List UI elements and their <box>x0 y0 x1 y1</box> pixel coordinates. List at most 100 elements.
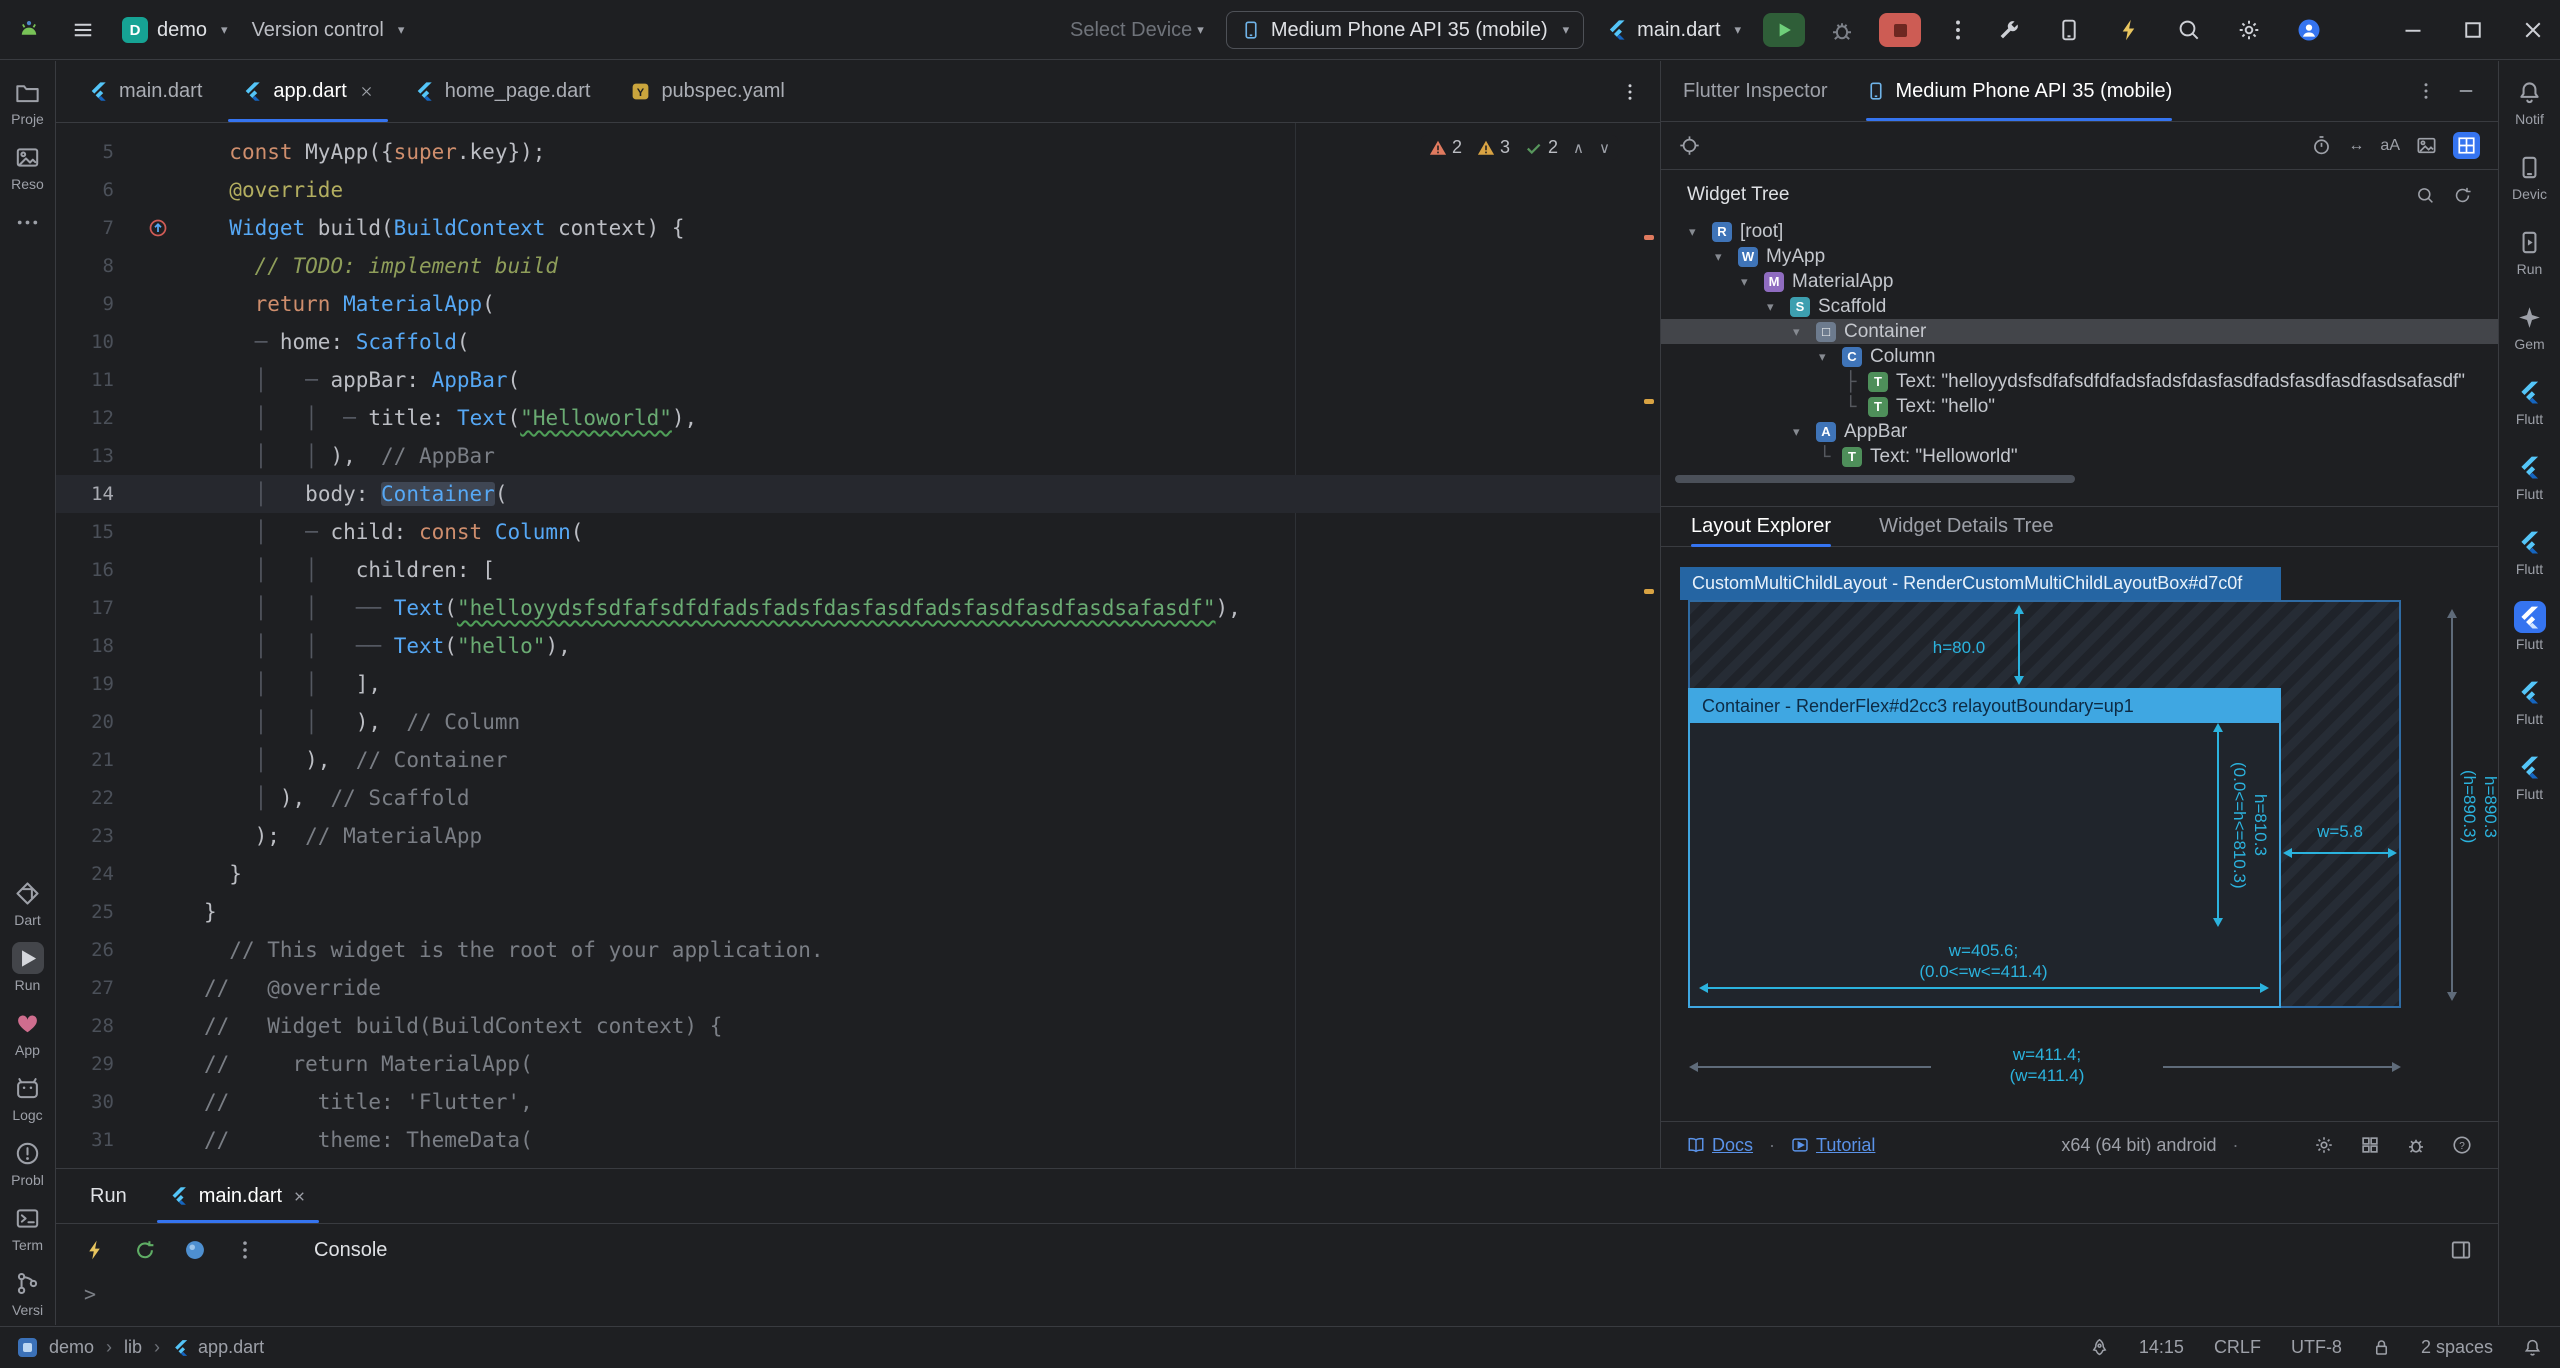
tool-window-Versi-button[interactable]: Versi <box>0 1260 55 1325</box>
chevron-down-icon[interactable]: ▾ <box>1741 274 1756 290</box>
line-number[interactable]: 15 <box>56 513 114 551</box>
typos-badge[interactable]: 2 <box>1525 137 1558 158</box>
code-line-22[interactable]: 22 │ ), // Scaffold <box>56 779 1660 817</box>
breadcrumb-file[interactable]: app.dart <box>172 1337 264 1358</box>
editor-tab-pubspec.yaml[interactable]: Ypubspec.yaml <box>610 61 804 122</box>
chevron-down-icon[interactable]: ▾ <box>1819 349 1834 365</box>
main-menu-icon[interactable] <box>68 15 98 45</box>
code-line-11[interactable]: 11 │ ─ appBar: AppBar( <box>56 361 1660 399</box>
line-number[interactable]: 23 <box>56 817 114 855</box>
line-number[interactable]: 18 <box>56 627 114 665</box>
more-options-icon[interactable] <box>234 1239 256 1261</box>
run-config-selector[interactable]: main.dart ▾ <box>1606 19 1741 42</box>
code-line-14[interactable]: 14 │ body: Container( <box>56 475 1660 513</box>
code-line-20[interactable]: 20 │ │ ), // Column <box>56 703 1660 741</box>
code-line-25[interactable]: 25} <box>56 893 1660 931</box>
tool-window-Flutt-button[interactable]: Flutt <box>2499 369 2560 434</box>
line-number[interactable]: 11 <box>56 361 114 399</box>
tool-window-Flutt-button[interactable]: Flutt <box>2499 669 2560 734</box>
code-line-19[interactable]: 19 │ │ ], <box>56 665 1660 703</box>
chevron-down-icon[interactable]: ▾ <box>1715 249 1730 265</box>
tool-window-Flutt-button[interactable]: Flutt <box>2499 744 2560 809</box>
code-line-16[interactable]: 16 │ │ children: [ <box>56 551 1660 589</box>
code-editor[interactable]: 5 const MyApp({super.key});6 @override7 … <box>56 123 1660 1168</box>
chevron-down-icon[interactable]: ▾ <box>1689 224 1704 240</box>
code-line-24[interactable]: 24 } <box>56 855 1660 893</box>
inner-widget-title[interactable]: Container - RenderFlex#d2cc3 relayoutBou… <box>1690 690 2279 723</box>
line-number[interactable]: 13 <box>56 437 114 475</box>
line-number[interactable]: 7 <box>56 209 114 247</box>
project-selector[interactable]: D demo ▾ <box>122 17 228 43</box>
line-number[interactable]: 26 <box>56 931 114 969</box>
line-number[interactable]: 20 <box>56 703 114 741</box>
code-line-9[interactable]: 9 return MaterialApp( <box>56 285 1660 323</box>
refresh-timer-icon[interactable] <box>2311 135 2332 156</box>
line-number[interactable]: 17 <box>56 589 114 627</box>
run-button[interactable] <box>1763 13 1805 47</box>
line-number[interactable]: 10 <box>56 323 114 361</box>
code-line-21[interactable]: 21 │ ), // Container <box>56 741 1660 779</box>
tab-layout-explorer[interactable]: Layout Explorer <box>1691 507 1831 546</box>
inspections-widget[interactable]: 2 3 2 ∧ ∨ <box>1421 135 1618 160</box>
code-line-17[interactable]: 17 │ │ ── Text("helloyydsfsdfafsdfdfadsf… <box>56 589 1660 627</box>
editor-tab-home_page.dart[interactable]: home_page.dart <box>394 61 611 122</box>
devtools-settings-icon[interactable] <box>2314 1135 2334 1155</box>
line-number[interactable]: 16 <box>56 551 114 589</box>
show-guidelines-icon[interactable] <box>2453 132 2480 159</box>
tree-row-container[interactable]: ▾□Container <box>1661 319 2498 344</box>
tool-window-Gem-button[interactable]: Gem <box>2499 294 2560 359</box>
line-number[interactable]: 19 <box>56 665 114 703</box>
outer-widget-title[interactable]: CustomMultiChildLayout - RenderCustomMul… <box>1680 567 2281 600</box>
widget-tree-scrollbar[interactable] <box>1675 475 2484 483</box>
tool-window-Run-button[interactable]: Run <box>2499 219 2560 284</box>
hot-restart-icon[interactable] <box>134 1239 156 1261</box>
user-avatar[interactable] <box>2294 15 2324 45</box>
more-run-actions-icon[interactable] <box>1943 15 1973 45</box>
tool-window-Proje-button[interactable]: Proje <box>0 69 55 134</box>
tree-row-text[interactable]: ├TText: "helloyydsfsdfafsdfdfadsfadsfdas… <box>1661 369 2498 394</box>
warnings-badge[interactable]: 2 <box>1429 137 1462 158</box>
weak-warnings-badge[interactable]: 3 <box>1477 137 1510 158</box>
screenshot-icon[interactable] <box>2416 135 2437 156</box>
debug-button[interactable] <box>1827 15 1857 45</box>
code-line-30[interactable]: 30// title: 'Flutter', <box>56 1083 1660 1121</box>
fit-width-icon[interactable]: ↔ <box>2348 137 2364 155</box>
maximize-button[interactable] <box>2458 15 2488 45</box>
editor-tab-app.dart[interactable]: app.dart <box>222 61 393 122</box>
code-line-8[interactable]: 8 // TODO: implement build <box>56 247 1660 285</box>
line-number[interactable]: 25 <box>56 893 114 931</box>
help-icon[interactable]: ? <box>2452 1135 2472 1155</box>
scrollbar-thumb[interactable] <box>1675 475 2075 483</box>
run-tab-main-dart[interactable]: main.dart <box>153 1169 323 1223</box>
chevron-down-icon[interactable]: ▾ <box>1767 299 1782 315</box>
prev-problem-icon[interactable]: ∧ <box>1573 139 1584 157</box>
close-tab-icon[interactable] <box>359 84 374 99</box>
stop-button[interactable] <box>1879 13 1921 47</box>
line-number[interactable]: 24 <box>56 855 114 893</box>
tab-device[interactable]: Medium Phone API 35 (mobile) <box>1866 61 2173 121</box>
code-line-23[interactable]: 23 ); // MaterialApp <box>56 817 1660 855</box>
editor-tab-main.dart[interactable]: main.dart <box>68 61 222 122</box>
line-ending-indicator[interactable]: CRLF <box>2214 1337 2261 1358</box>
line-number[interactable]: 6 <box>56 171 114 209</box>
tree-row-column[interactable]: ▾CColumn <box>1661 344 2498 369</box>
line-number[interactable]: 30 <box>56 1083 114 1121</box>
tool-window-Flutt-button[interactable]: Flutt <box>2499 444 2560 509</box>
tab-widget-details-tree[interactable]: Widget Details Tree <box>1879 507 2054 546</box>
dart-analysis-icon[interactable] <box>2090 1338 2109 1357</box>
breadcrumb-project[interactable]: demo <box>49 1337 94 1358</box>
scrollbar-warning-mark[interactable] <box>1644 589 1654 594</box>
tool-window-Dart-button[interactable]: Dart <box>0 870 55 935</box>
line-number[interactable]: 5 <box>56 133 114 171</box>
encoding-indicator[interactable]: UTF-8 <box>2291 1337 2342 1358</box>
search-tree-icon[interactable] <box>2416 186 2435 205</box>
device-mirror-icon[interactable] <box>2054 15 2084 45</box>
close-tab-icon[interactable] <box>292 1189 307 1204</box>
tree-row-appbar[interactable]: ▾AAppBar <box>1661 419 2498 444</box>
chevron-down-icon[interactable]: ▾ <box>1793 324 1808 340</box>
search-icon[interactable] <box>2174 15 2204 45</box>
code-line-5[interactable]: 5 const MyApp({super.key}); <box>56 133 1660 171</box>
next-problem-icon[interactable]: ∨ <box>1599 139 1610 157</box>
code-line-7[interactable]: 7 Widget build(BuildContext context) { <box>56 209 1660 247</box>
minimize-button[interactable] <box>2398 15 2428 45</box>
